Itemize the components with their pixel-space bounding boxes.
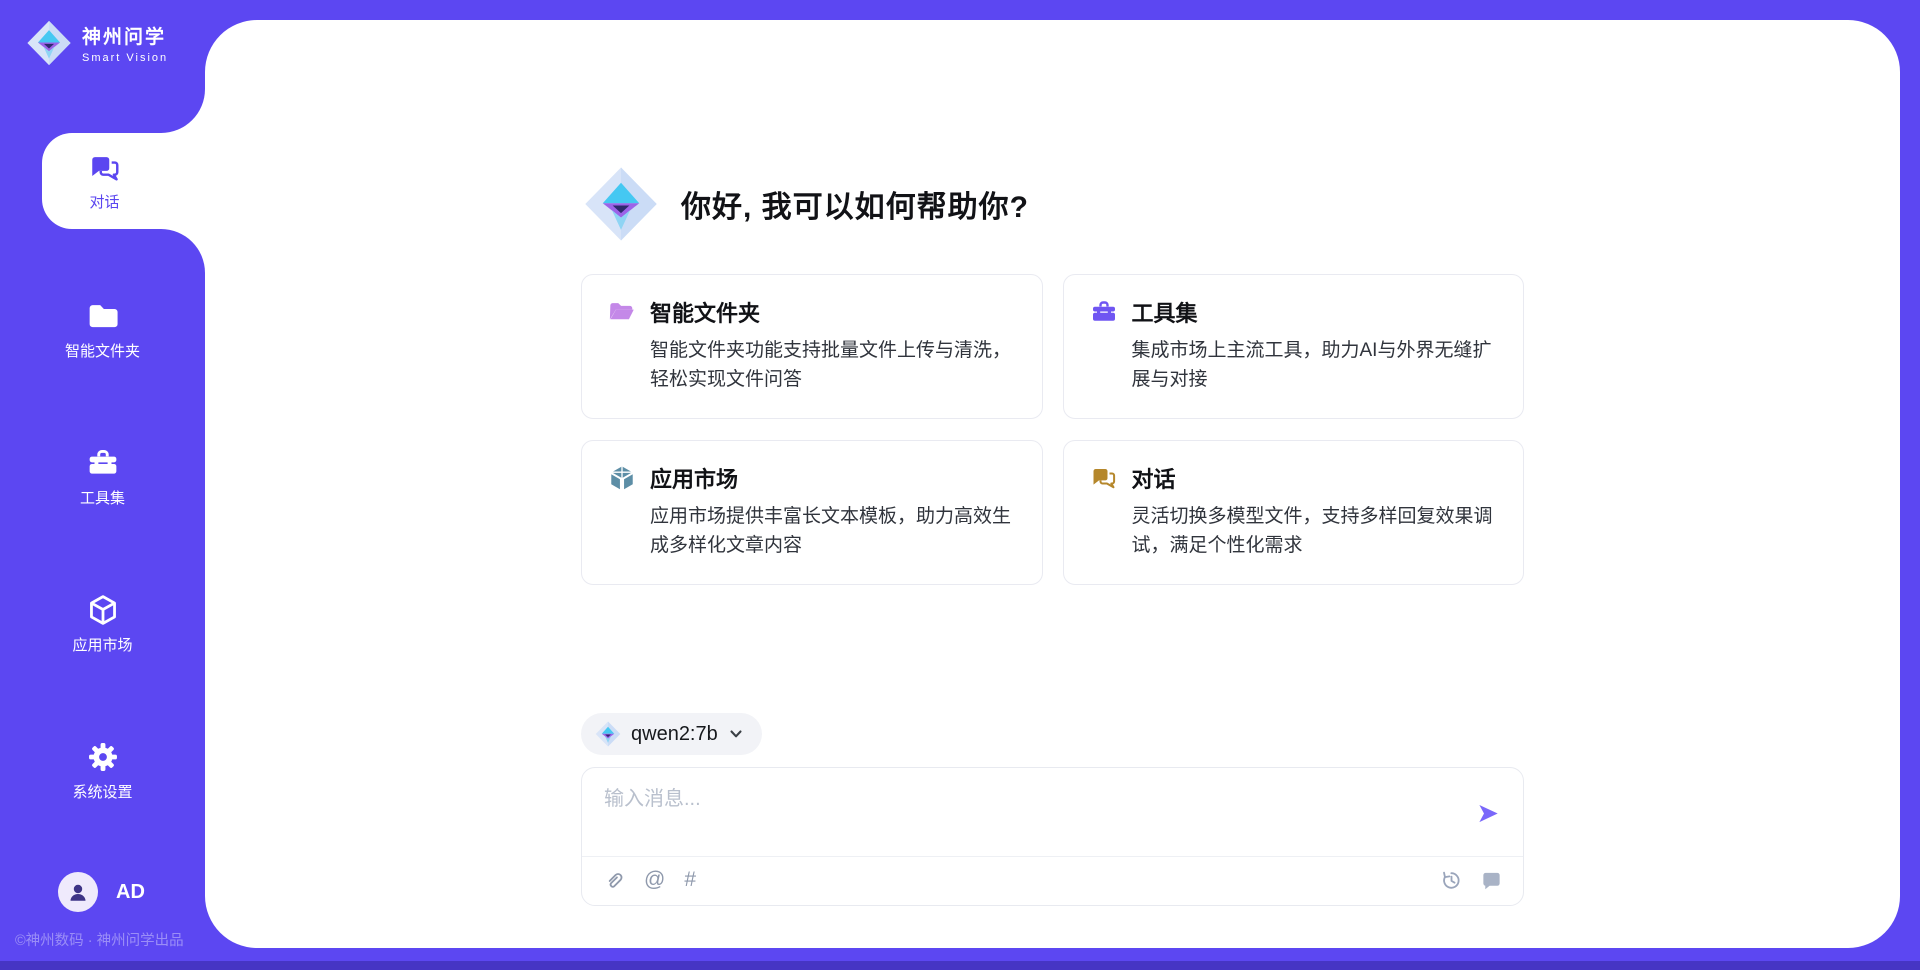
- sidebar-item-toolset[interactable]: 工具集: [0, 446, 205, 508]
- card-description: 集成市场上主流工具，助力AI与外界无缝扩展与对接: [1132, 337, 1498, 394]
- send-icon: ➤: [1476, 798, 1499, 828]
- greeting-diamond-icon: [583, 166, 659, 242]
- chat-icon: [1090, 464, 1118, 492]
- sidebar-item-label: 工具集: [80, 487, 125, 508]
- card-app-market[interactable]: 应用市场 应用市场提供丰富长文本模板，助力高效生成多样化文章内容: [581, 440, 1043, 585]
- sidebar-item-label: 对话: [89, 191, 119, 212]
- bottom-edge-strip: [0, 961, 1920, 970]
- sidebar-item-label: 智能文件夹: [65, 340, 140, 361]
- send-button[interactable]: ➤: [1474, 796, 1501, 831]
- folder-open-icon: [608, 298, 636, 326]
- card-smart-folder[interactable]: 智能文件夹 智能文件夹功能支持批量文件上传与清洗，轻松实现文件问答: [581, 274, 1043, 419]
- card-chat[interactable]: 对话 灵活切换多模型文件，支持多样回复效果调试，满足个性化需求: [1063, 440, 1525, 585]
- card-toolset[interactable]: 工具集 集成市场上主流工具，助力AI与外界无缝扩展与对接: [1063, 274, 1525, 419]
- history-icon: [1440, 869, 1463, 892]
- card-description: 应用市场提供丰富长文本模板，助力高效生成多样化文章内容: [650, 503, 1016, 560]
- message-composer: ➤ @ #: [581, 767, 1524, 906]
- topic-button[interactable]: #: [684, 868, 696, 892]
- sidebar-item-label: 应用市场: [72, 634, 132, 655]
- paperclip-icon: [602, 869, 625, 892]
- app-grid-icon: [608, 464, 636, 492]
- chevron-down-icon: [728, 726, 744, 742]
- sidebar-item-label: 系统设置: [72, 781, 132, 802]
- person-icon: [66, 880, 90, 904]
- hash-icon: #: [684, 868, 696, 892]
- chat-icon: [88, 151, 122, 185]
- sidebar-item-app-market[interactable]: 应用市场: [0, 593, 205, 655]
- card-title: 应用市场: [650, 462, 738, 494]
- attach-button[interactable]: [602, 869, 625, 892]
- user-initials: AD: [116, 881, 145, 904]
- main-panel: 你好, 我可以如何帮助你? 智能文件夹 智能文件夹功能支持批量文件上传与清洗，轻…: [205, 20, 1900, 948]
- chat-bubble-icon: [1480, 869, 1503, 892]
- cube-icon: [86, 593, 120, 627]
- brand-subtitle: Smart Vision: [82, 52, 168, 64]
- mention-button[interactable]: @: [644, 868, 665, 892]
- card-title: 对话: [1132, 462, 1176, 494]
- card-title: 智能文件夹: [650, 296, 760, 328]
- feature-cards: 智能文件夹 智能文件夹功能支持批量文件上传与清洗，轻松实现文件问答 工具集 集成…: [581, 274, 1524, 585]
- brand-logo: 神州问学 Smart Vision: [26, 20, 168, 66]
- sidebar-item-settings[interactable]: 系统设置: [0, 740, 205, 802]
- history-button[interactable]: [1440, 869, 1463, 892]
- greeting-block: 你好, 我可以如何帮助你?: [583, 166, 1524, 242]
- card-description: 智能文件夹功能支持批量文件上传与清洗，轻松实现文件问答: [650, 337, 1016, 394]
- model-selector[interactable]: qwen2:7b: [581, 713, 762, 755]
- diamond-logo-icon: [595, 721, 621, 747]
- toolbox-icon: [86, 446, 120, 480]
- message-input[interactable]: [604, 782, 1474, 844]
- conversation-button[interactable]: [1480, 869, 1503, 892]
- active-pill-top-curve: [161, 89, 205, 133]
- card-title: 工具集: [1132, 296, 1198, 328]
- copyright-text: ©神州数码 · 神州问学出品: [15, 929, 205, 950]
- sidebar: 神州问学 Smart Vision 对话 智能文件夹 工具集 应用市场 系统设置…: [0, 0, 205, 970]
- brand-name: 神州问学: [82, 22, 168, 49]
- folder-icon: [86, 299, 120, 333]
- at-icon: @: [644, 868, 665, 892]
- sidebar-item-chat[interactable]: 对话: [42, 133, 205, 229]
- model-name: qwen2:7b: [631, 723, 718, 746]
- toolbox-icon: [1090, 298, 1118, 326]
- greeting-text: 你好, 我可以如何帮助你?: [681, 182, 1029, 226]
- brand-diamond-icon: [26, 20, 72, 66]
- avatar: [58, 872, 98, 912]
- card-description: 灵活切换多模型文件，支持多样回复效果调试，满足个性化需求: [1132, 503, 1498, 560]
- sidebar-item-smart-folder[interactable]: 智能文件夹: [0, 299, 205, 361]
- user-chip[interactable]: AD: [58, 872, 145, 912]
- gear-icon: [86, 740, 120, 774]
- active-pill-bottom-curve: [161, 229, 205, 273]
